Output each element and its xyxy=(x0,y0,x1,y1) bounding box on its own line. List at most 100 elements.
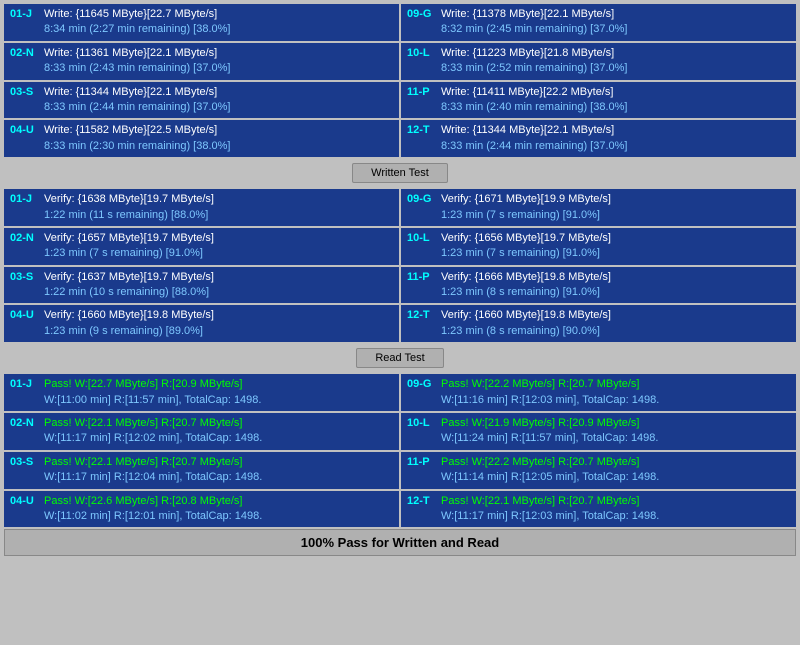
cell-line1: Write: {11344 MByte}[22.1 MByte/s] xyxy=(44,85,393,100)
table-row: 09-G Pass! W:[22.2 MByte/s] R:[20.7 MByte… xyxy=(401,374,796,411)
grid: 01-JWrite: {11645 MByte}[22.7 MByte/s]8:… xyxy=(4,4,796,157)
cell-id: 12-T xyxy=(407,308,437,339)
cell-id: 12-T xyxy=(407,123,437,154)
cell-line2: 1:23 min (8 s remaining) [90.0%] xyxy=(441,324,790,339)
cell-line2: W:[11:17 min] R:[12:03 min], TotalCap: 1… xyxy=(441,509,790,524)
cell-id: 11-P xyxy=(407,455,437,486)
cell-line1: Verify: {1666 MByte}[19.8 MByte/s] xyxy=(441,270,790,285)
main-container: 01-JWrite: {11645 MByte}[22.7 MByte/s]8:… xyxy=(0,0,800,560)
cell-line2: 8:33 min (2:52 min remaining) [37.0%] xyxy=(441,61,790,76)
bottom-status: 100% Pass for Written and Read xyxy=(4,529,796,556)
cell-line1: Verify: {1671 MByte}[19.9 MByte/s] xyxy=(441,192,790,207)
cell-id: 01-J xyxy=(10,7,40,38)
cell-line1: Verify: {1657 MByte}[19.7 MByte/s] xyxy=(44,231,393,246)
table-row: 02-N Write: {11361 MByte}[22.1 MByte/s]8:… xyxy=(4,43,399,80)
cell-line2: W:[11:17 min] R:[12:02 min], TotalCap: 1… xyxy=(44,431,393,446)
read-test-label: Read Test xyxy=(356,348,443,368)
cell-line2: W:[11:17 min] R:[12:04 min], TotalCap: 1… xyxy=(44,470,393,485)
cell-id: 02-N xyxy=(10,46,40,77)
cell-line1: Pass! W:[22.1 MByte/s] R:[20.7 MByte/s] xyxy=(44,416,393,431)
cell-line2: 8:32 min (2:45 min remaining) [37.0%] xyxy=(441,22,790,37)
pass-section: 01-JPass! W:[22.7 MByte/s] R:[20.9 MByte… xyxy=(4,374,796,527)
cell-id: 11-P xyxy=(407,270,437,301)
cell-line1: Write: {11411 MByte}[22.2 MByte/s] xyxy=(441,85,790,100)
cell-line2: W:[11:02 min] R:[12:01 min], TotalCap: 1… xyxy=(44,509,393,524)
cell-id: 10-L xyxy=(407,416,437,447)
cell-line1: Pass! W:[22.2 MByte/s] R:[20.7 MByte/s] xyxy=(441,377,790,392)
cell-line2: 1:22 min (10 s remaining) [88.0%] xyxy=(44,285,393,300)
cell-line1: Pass! W:[22.6 MByte/s] R:[20.8 MByte/s] xyxy=(44,494,393,509)
table-row: 11-P Verify: {1666 MByte}[19.8 MByte/s]1:… xyxy=(401,267,796,304)
cell-line1: Pass! W:[22.1 MByte/s] R:[20.7 MByte/s] xyxy=(44,455,393,470)
table-row: 11-P Pass! W:[22.2 MByte/s] R:[20.7 MByte… xyxy=(401,452,796,489)
cell-line1: Verify: {1660 MByte}[19.8 MByte/s] xyxy=(44,308,393,323)
cell-id: 04-U xyxy=(10,494,40,525)
cell-line1: Verify: {1638 MByte}[19.7 MByte/s] xyxy=(44,192,393,207)
table-row: 12-T Verify: {1660 MByte}[19.8 MByte/s]1:… xyxy=(401,305,796,342)
cell-line1: Pass! W:[21.9 MByte/s] R:[20.9 MByte/s] xyxy=(441,416,790,431)
table-row: 10-L Write: {11223 MByte}[21.8 MByte/s]8:… xyxy=(401,43,796,80)
cell-id: 04-U xyxy=(10,308,40,339)
cell-line1: Verify: {1656 MByte}[19.7 MByte/s] xyxy=(441,231,790,246)
cell-line2: W:[11:14 min] R:[12:05 min], TotalCap: 1… xyxy=(441,470,790,485)
cell-id: 03-S xyxy=(10,455,40,486)
cell-line2: 1:23 min (9 s remaining) [89.0%] xyxy=(44,324,393,339)
table-row: 10-L Pass! W:[21.9 MByte/s] R:[20.9 MByte… xyxy=(401,413,796,450)
cell-id: 11-P xyxy=(407,85,437,116)
table-row: 04-U Verify: {1660 MByte}[19.8 MByte/s]1:… xyxy=(4,305,399,342)
cell-id: 03-S xyxy=(10,270,40,301)
table-row: 09-G Write: {11378 MByte}[22.1 MByte/s]8:… xyxy=(401,4,796,41)
cell-line1: Write: {11361 MByte}[22.1 MByte/s] xyxy=(44,46,393,61)
cell-line2: 8:33 min (2:40 min remaining) [38.0%] xyxy=(441,100,790,115)
written-test-label: Written Test xyxy=(352,163,448,183)
table-row: 12-TWrite: {11344 MByte}[22.1 MByte/s]8:… xyxy=(401,120,796,157)
cell-line1: Pass! W:[22.1 MByte/s] R:[20.7 MByte/s] xyxy=(441,494,790,509)
cell-id: 10-L xyxy=(407,46,437,77)
cell-line1: Write: {11645 MByte}[22.7 MByte/s] xyxy=(44,7,393,22)
cell-line1: Write: {11378 MByte}[22.1 MByte/s] xyxy=(441,7,790,22)
table-row: 03-S Pass! W:[22.1 MByte/s] R:[20.7 MByte… xyxy=(4,452,399,489)
read-test-label-row: Read Test xyxy=(4,345,796,371)
cell-line1: Verify: {1637 MByte}[19.7 MByte/s] xyxy=(44,270,393,285)
table-row: 01-J Write: {11645 MByte}[22.7 MByte/s]8:… xyxy=(4,4,399,41)
cell-line2: 8:33 min (2:43 min remaining) [37.0%] xyxy=(44,61,393,76)
table-row: 03-S Verify: {1637 MByte}[19.7 MByte/s]1:… xyxy=(4,267,399,304)
cell-line2: 1:23 min (8 s remaining) [91.0%] xyxy=(441,285,790,300)
table-row: 01-JPass! W:[22.7 MByte/s] R:[20.9 MByte… xyxy=(4,374,399,411)
cell-line2: 8:34 min (2:27 min remaining) [38.0%] xyxy=(44,22,393,37)
cell-id: 03-S xyxy=(10,85,40,116)
verify-section: 01-JVerify: {1638 MByte}[19.7 MByte/s]1:… xyxy=(4,189,796,342)
cell-line2: 8:33 min (2:30 min remaining) [38.0%] xyxy=(44,139,393,154)
cell-line2: 1:23 min (7 s remaining) [91.0%] xyxy=(441,246,790,261)
cell-line2: 1:23 min (7 s remaining) [91.0%] xyxy=(44,246,393,261)
write-section: 01-JWrite: {11645 MByte}[22.7 MByte/s]8:… xyxy=(4,4,796,157)
table-row: 09-G Verify: {1671 MByte}[19.9 MByte/s]1:… xyxy=(401,189,796,226)
written-test-label-row: Written Test xyxy=(4,160,796,186)
cell-id: 09-G xyxy=(407,377,437,408)
table-row: 12-TPass! W:[22.1 MByte/s] R:[20.7 MByte… xyxy=(401,491,796,528)
table-row: 03-S Write: {11344 MByte}[22.1 MByte/s]8:… xyxy=(4,82,399,119)
table-row: 02-NPass! W:[22.1 MByte/s] R:[20.7 MByte… xyxy=(4,413,399,450)
cell-id: 10-L xyxy=(407,231,437,262)
cell-line2: 1:22 min (11 s remaining) [88.0%] xyxy=(44,208,393,223)
table-row: 11-P Write: {11411 MByte}[22.2 MByte/s]8:… xyxy=(401,82,796,119)
cell-line2: W:[11:00 min] R:[11:57 min], TotalCap: 1… xyxy=(44,393,393,408)
cell-line1: Pass! W:[22.2 MByte/s] R:[20.7 MByte/s] xyxy=(441,455,790,470)
cell-line2: 8:33 min (2:44 min remaining) [37.0%] xyxy=(441,139,790,154)
cell-line2: 1:23 min (7 s remaining) [91.0%] xyxy=(441,208,790,223)
cell-id: 01-J xyxy=(10,192,40,223)
cell-id: 02-N xyxy=(10,231,40,262)
cell-line2: W:[11:16 min] R:[12:03 min], TotalCap: 1… xyxy=(441,393,790,408)
table-row: 02-N Verify: {1657 MByte}[19.7 MByte/s]1:… xyxy=(4,228,399,265)
cell-line2: 8:33 min (2:44 min remaining) [37.0%] xyxy=(44,100,393,115)
cell-line1: Verify: {1660 MByte}[19.8 MByte/s] xyxy=(441,308,790,323)
cell-id: 09-G xyxy=(407,7,437,38)
cell-id: 01-J xyxy=(10,377,40,408)
cell-line1: Write: {11223 MByte}[21.8 MByte/s] xyxy=(441,46,790,61)
table-row: 10-L Verify: {1656 MByte}[19.7 MByte/s]1:… xyxy=(401,228,796,265)
table-row: 01-J Verify: {1638 MByte}[19.7 MByte/s]1:… xyxy=(4,189,399,226)
cell-line1: Write: {11582 MByte}[22.5 MByte/s] xyxy=(44,123,393,138)
table-row: 04-UWrite: {11582 MByte}[22.5 MByte/s]8:… xyxy=(4,120,399,157)
cell-id: 09-G xyxy=(407,192,437,223)
table-row: 04-U Pass! W:[22.6 MByte/s] R:[20.8 MByte… xyxy=(4,491,399,528)
